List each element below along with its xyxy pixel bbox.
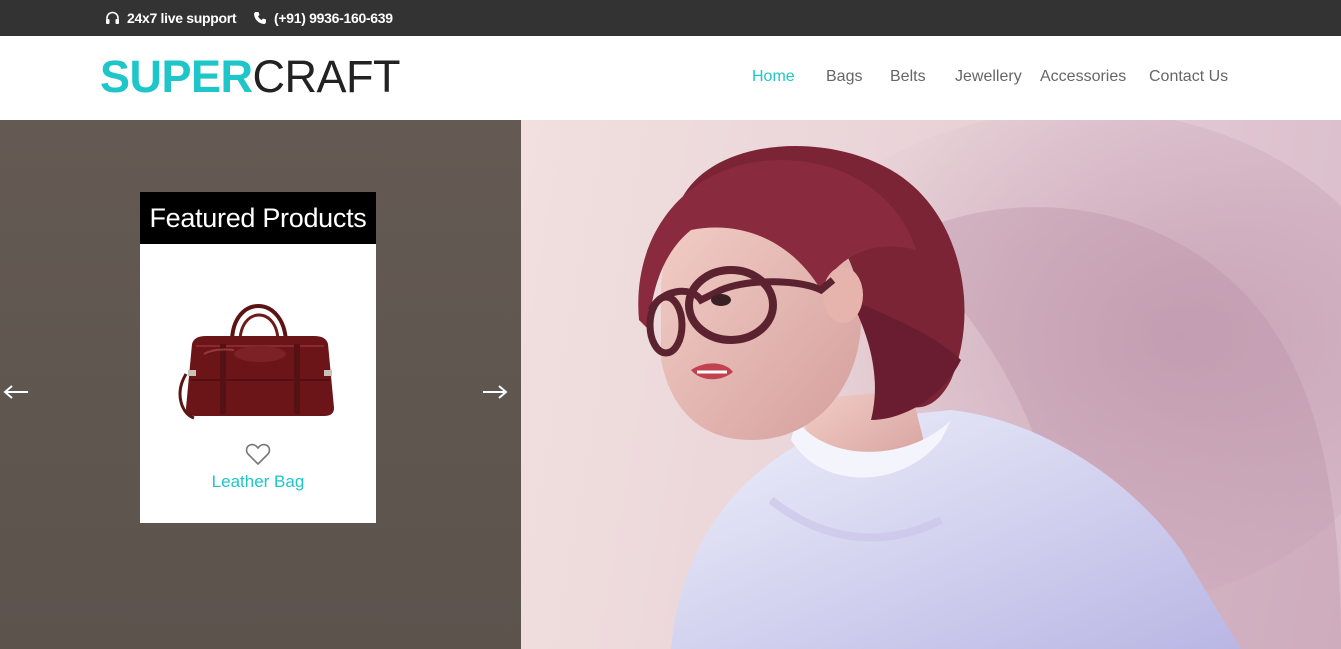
- live-support: 24x7 live support: [105, 0, 237, 36]
- arrow-right-icon[interactable]: [479, 382, 509, 402]
- hero-left-panel: Featured Products Leather Bag: [0, 120, 521, 649]
- phone-number-text[interactable]: (+91) 9936-160-639: [274, 10, 393, 26]
- heart-icon[interactable]: [245, 442, 271, 466]
- nav-accessories[interactable]: Accessories: [1040, 68, 1126, 86]
- nav-belts[interactable]: Belts: [890, 68, 926, 86]
- top-info-bar: 24x7 live support (+91) 9936-160-639: [0, 0, 1341, 36]
- nav-jewellery[interactable]: Jewellery: [955, 68, 1022, 86]
- featured-products-title: Featured Products: [140, 192, 376, 244]
- product-name-link[interactable]: Leather Bag: [140, 472, 376, 492]
- hero-slider: Featured Products Leather Bag: [0, 120, 1341, 649]
- leather-bag-image[interactable]: [174, 284, 346, 428]
- nav-bags[interactable]: Bags: [826, 68, 862, 86]
- featured-products-card: Featured Products Leather Bag: [140, 192, 376, 523]
- phone-icon: [254, 12, 266, 24]
- hero-image: [521, 120, 1341, 649]
- phone-number[interactable]: (+91) 9936-160-639: [253, 0, 393, 36]
- site-header: SUPERCRAFT Home Bags Belts Jewellery Acc…: [0, 36, 1341, 120]
- live-support-text: 24x7 live support: [127, 10, 237, 26]
- main-nav: Home Bags Belts Jewellery Accessories Co…: [0, 36, 1341, 120]
- arrow-left-icon[interactable]: [2, 382, 32, 402]
- woman-portrait-image: [638, 120, 1341, 649]
- headphones-icon: [106, 11, 119, 24]
- nav-home[interactable]: Home: [752, 68, 795, 86]
- nav-contact-us[interactable]: Contact Us: [1149, 68, 1228, 86]
